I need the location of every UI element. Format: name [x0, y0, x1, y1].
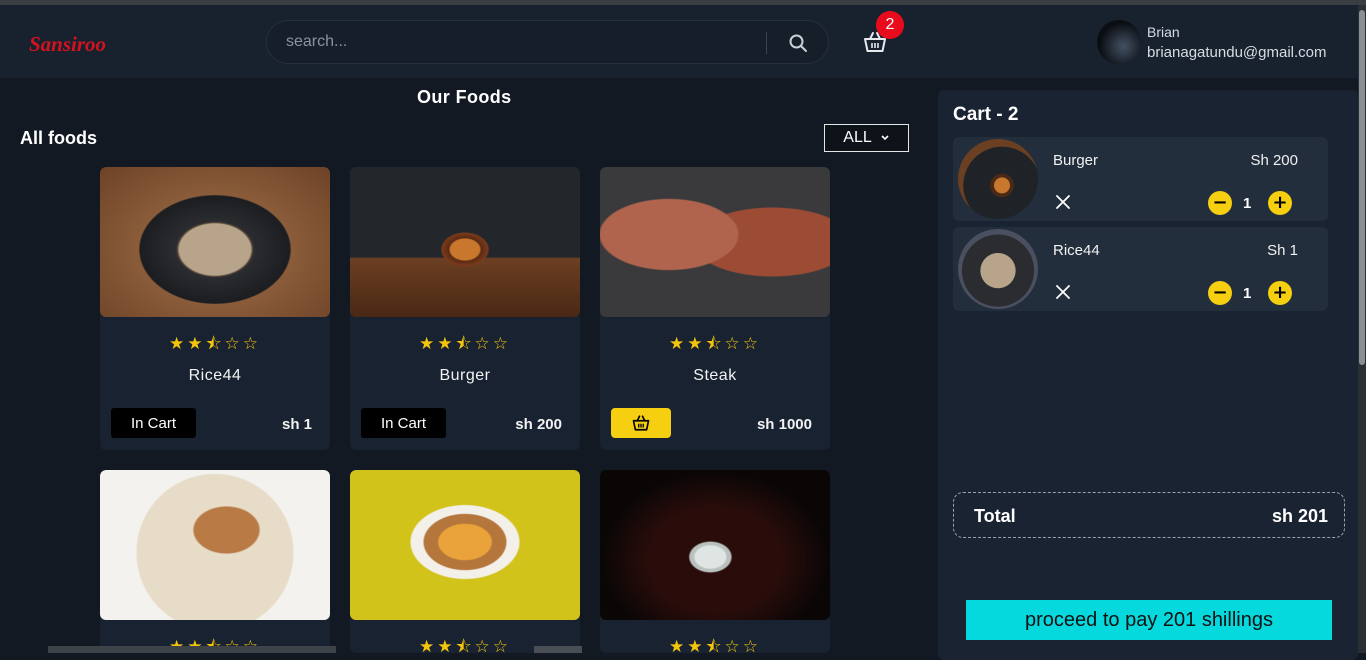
- food-card: ★★⯪☆☆ Burger In Cart sh 200: [350, 167, 580, 450]
- search-input[interactable]: [286, 31, 756, 53]
- cart-title: Cart - 2: [953, 104, 1019, 125]
- search-icon: [789, 34, 807, 52]
- basket-icon: [632, 415, 650, 431]
- category-filter-dropdown[interactable]: ALL: [824, 124, 909, 152]
- in-cart-button[interactable]: In Cart: [361, 408, 446, 438]
- total-value: sh 201: [1271, 506, 1328, 526]
- cart-item-image: [958, 229, 1038, 309]
- search-divider: [766, 32, 767, 54]
- rating-stars: ★★⯪☆☆: [668, 637, 762, 653]
- close-icon: [1056, 195, 1070, 209]
- top-header: Sansiroo 2 Brian brianagatundu@gmail.com: [0, 5, 1366, 78]
- cart-count-badge: 2: [876, 11, 904, 39]
- cart-item-price: Sh 200: [1250, 152, 1298, 169]
- food-name: Burger: [439, 367, 491, 384]
- food-card: ★★⯪☆☆: [350, 470, 580, 653]
- food-name: Rice44: [188, 367, 242, 384]
- cart-panel: Cart - 2 Burger Sh 200 − 1 + Rice44 Sh 1…: [938, 90, 1358, 660]
- scrollbar-thumb[interactable]: [1359, 10, 1365, 365]
- cart-item: Burger Sh 200 − 1 +: [953, 137, 1328, 221]
- increase-quantity-button[interactable]: +: [1268, 281, 1292, 305]
- category-title: All foods: [20, 128, 97, 148]
- food-image: [600, 470, 830, 620]
- rating-stars: ★★⯪☆☆: [418, 334, 512, 353]
- search-button[interactable]: [781, 29, 815, 57]
- cart-total: Total sh 201: [953, 492, 1345, 538]
- food-card: ★★⯪☆☆: [600, 470, 830, 653]
- food-image: [350, 470, 580, 620]
- food-image: [600, 167, 830, 317]
- food-card: ★★⯪☆☆ Steak sh 1000: [600, 167, 830, 450]
- cart-item-quantity: 1: [1243, 285, 1252, 302]
- rating-stars: ★★⯪☆☆: [668, 334, 762, 353]
- user-email: brianagatundu@gmail.com: [1147, 44, 1327, 61]
- total-label: Total: [974, 506, 1016, 526]
- cart-item-name: Rice44: [1053, 242, 1100, 259]
- decrease-quantity-button[interactable]: −: [1208, 281, 1232, 305]
- chevron-down-icon: [881, 135, 889, 141]
- food-price: sh 1: [281, 416, 312, 433]
- remove-item-button[interactable]: [1053, 282, 1073, 302]
- cart-item: Rice44 Sh 1 − 1 +: [953, 227, 1328, 311]
- search-bar: [266, 20, 829, 64]
- page-title: Our Foods: [417, 87, 512, 107]
- cart-item-price: Sh 1: [1267, 242, 1298, 259]
- logo[interactable]: Sansiroo: [29, 32, 106, 57]
- taskbar-item: [534, 646, 582, 653]
- close-icon: [1056, 285, 1070, 299]
- in-cart-button[interactable]: In Cart: [111, 408, 196, 438]
- cart-item-image: [958, 139, 1038, 219]
- food-image: [100, 167, 330, 317]
- remove-item-button[interactable]: [1053, 192, 1073, 212]
- food-name: Steak: [693, 367, 737, 384]
- user-name: Brian: [1147, 24, 1180, 40]
- food-image: [350, 167, 580, 317]
- rating-stars: ★★⯪☆☆: [168, 334, 262, 353]
- food-card: ★★⯪☆☆: [100, 470, 330, 653]
- avatar[interactable]: [1097, 20, 1141, 64]
- filter-selected-value: ALL: [843, 129, 872, 146]
- food-image: [100, 470, 330, 620]
- taskbar-item: [48, 646, 336, 653]
- proceed-to-pay-button[interactable]: proceed to pay 201 shillings: [966, 600, 1332, 640]
- cart-item-quantity: 1: [1243, 195, 1252, 212]
- increase-quantity-button[interactable]: +: [1268, 191, 1292, 215]
- food-card: ★★⯪☆☆ Rice44 In Cart sh 1: [100, 167, 330, 450]
- food-price: sh 200: [515, 416, 562, 433]
- food-price: sh 1000: [756, 416, 812, 433]
- add-to-cart-button[interactable]: [611, 408, 671, 438]
- decrease-quantity-button[interactable]: −: [1208, 191, 1232, 215]
- cart-item-name: Burger: [1053, 152, 1099, 169]
